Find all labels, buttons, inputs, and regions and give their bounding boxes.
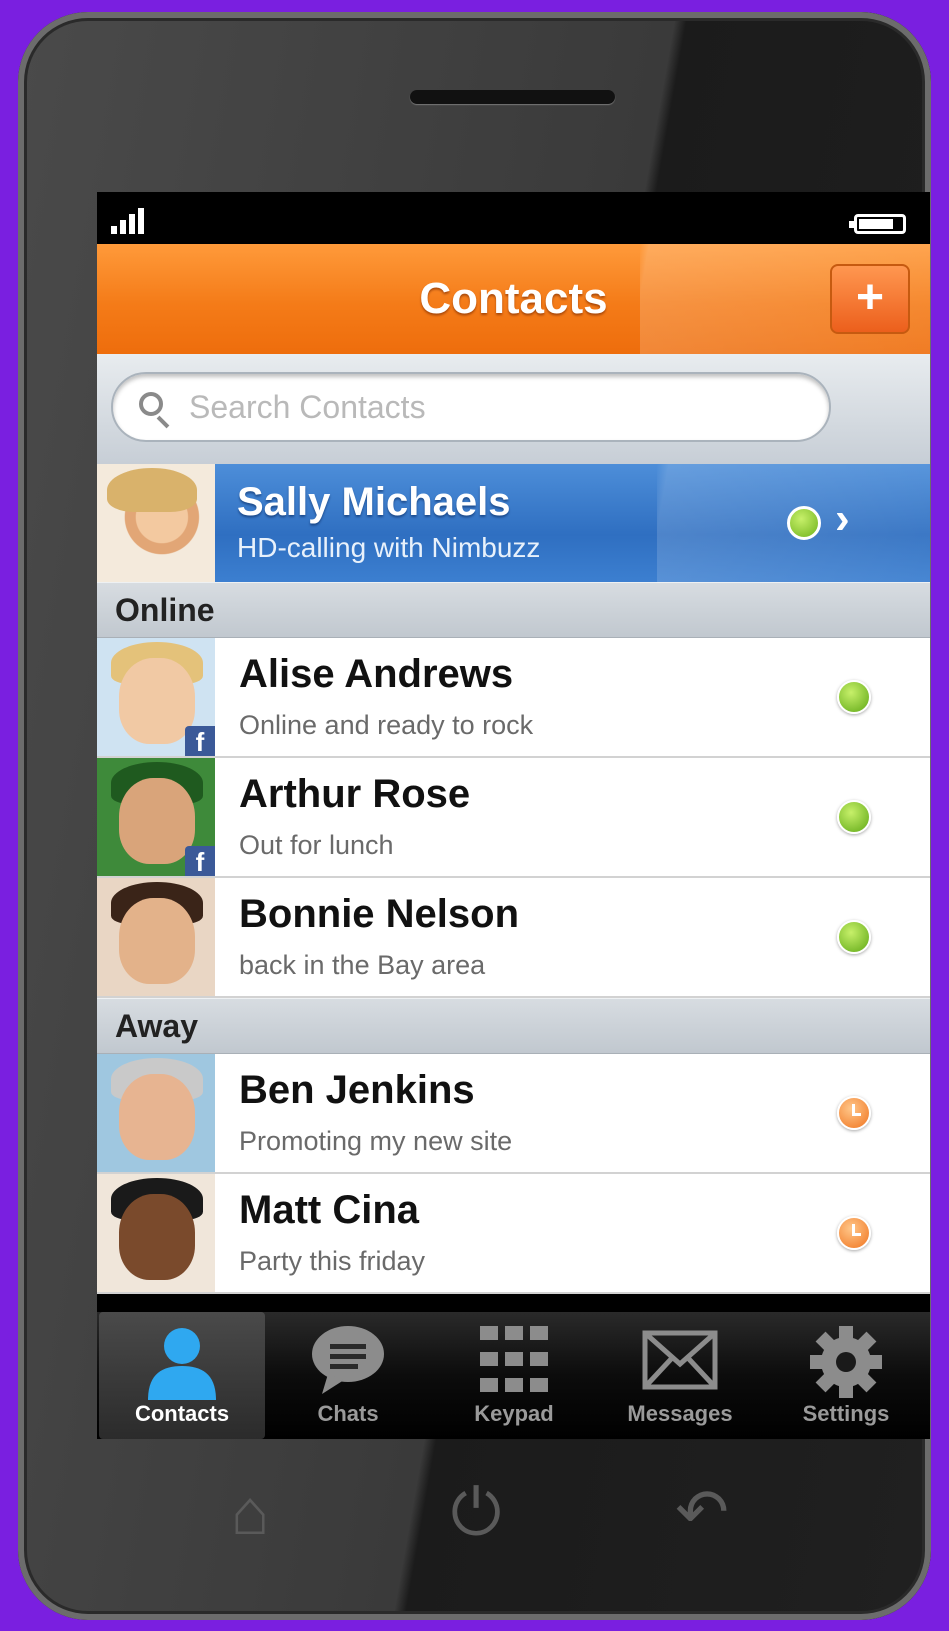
- phone-frame: Contacts + Search Contacts Sally Michael…: [18, 12, 931, 1620]
- envelope-icon: [642, 1330, 718, 1390]
- tab-label: Contacts: [134, 1401, 230, 1426]
- contact-row[interactable]: Ben Jenkins Promoting my new site: [97, 1054, 930, 1174]
- tab-chats[interactable]: Chats: [265, 1312, 431, 1439]
- section-title: Away: [115, 1008, 199, 1044]
- avatar: f: [97, 638, 215, 756]
- back-icon[interactable]: ↶: [662, 1452, 742, 1572]
- contact-status: HD-calling with Nimbuzz: [237, 532, 541, 563]
- contact-name: Arthur Rose: [239, 772, 471, 816]
- page-title: Contacts: [419, 274, 608, 323]
- search-bar: Search Contacts: [97, 354, 930, 464]
- tab-keypad[interactable]: Keypad: [431, 1312, 597, 1439]
- away-status-icon: [837, 1096, 871, 1130]
- signal-icon: [111, 206, 151, 234]
- power-icon[interactable]: ⏻: [436, 1452, 516, 1572]
- contact-row[interactable]: Bonnie Nelson back in the Bay area: [97, 878, 930, 998]
- home-icon[interactable]: ⌂: [210, 1452, 290, 1572]
- section-header-away: Away: [97, 998, 930, 1054]
- contact-status: Party this friday: [239, 1246, 426, 1276]
- facebook-icon: f: [185, 846, 215, 876]
- contact-name: Alise Andrews: [239, 652, 514, 696]
- contact-row[interactable]: Matt Cina Party this friday: [97, 1174, 930, 1294]
- online-status-icon: [837, 800, 871, 834]
- add-contact-button[interactable]: +: [830, 264, 910, 334]
- contact-status: Promoting my new site: [239, 1126, 513, 1156]
- contact-name: Bonnie Nelson: [239, 892, 520, 936]
- status-bar: [97, 192, 930, 244]
- online-status-icon: [787, 506, 821, 540]
- phone-screen: Contacts + Search Contacts Sally Michael…: [97, 192, 930, 1439]
- tab-label: Messages: [627, 1401, 733, 1426]
- away-status-icon: [837, 1216, 871, 1250]
- hardware-buttons: ⌂ ⏻ ↶: [18, 1452, 931, 1572]
- chevron-right-icon[interactable]: ›: [835, 494, 850, 544]
- battery-icon: [849, 214, 906, 234]
- tab-messages[interactable]: Messages: [597, 1312, 763, 1439]
- avatar: [97, 1054, 215, 1172]
- contact-name: Ben Jenkins: [239, 1068, 475, 1112]
- search-placeholder: Search Contacts: [189, 389, 426, 425]
- chat-bubble-icon: [312, 1326, 384, 1394]
- contact-row[interactable]: f Alise Andrews Online and ready to rock: [97, 638, 930, 758]
- section-header-online: Online: [97, 582, 930, 638]
- featured-contact-row[interactable]: Sally Michaels HD-calling with Nimbuzz ›: [97, 464, 930, 582]
- tab-label: Settings: [802, 1401, 890, 1426]
- contact-name: Matt Cina: [239, 1188, 419, 1232]
- avatar: [97, 1174, 215, 1292]
- tab-label: Keypad: [474, 1401, 554, 1426]
- contact-status: Online and ready to rock: [239, 710, 534, 740]
- person-icon: [148, 1328, 216, 1400]
- contact-status: back in the Bay area: [239, 950, 486, 980]
- keypad-icon: [480, 1326, 548, 1392]
- tab-settings[interactable]: Settings: [763, 1312, 929, 1439]
- nav-bar: Contacts +: [97, 244, 930, 354]
- tab-contacts[interactable]: Contacts: [99, 1312, 265, 1439]
- online-status-icon: [837, 680, 871, 714]
- avatar: f: [97, 758, 215, 876]
- tab-bar: Contacts Chats Keypad Messages Settings: [97, 1312, 930, 1439]
- contact-row[interactable]: f Arthur Rose Out for lunch: [97, 758, 930, 878]
- avatar: [97, 878, 215, 996]
- earpiece-speaker: [410, 90, 615, 104]
- contact-name: Sally Michaels: [237, 480, 511, 524]
- section-title: Online: [115, 592, 215, 628]
- facebook-icon: f: [185, 726, 215, 756]
- tab-label: Chats: [317, 1401, 379, 1426]
- contact-status: Out for lunch: [239, 830, 394, 860]
- online-status-icon: [837, 920, 871, 954]
- gear-icon: [810, 1326, 882, 1398]
- search-input[interactable]: Search Contacts: [111, 372, 831, 442]
- avatar: [97, 464, 215, 582]
- search-icon: [139, 392, 163, 416]
